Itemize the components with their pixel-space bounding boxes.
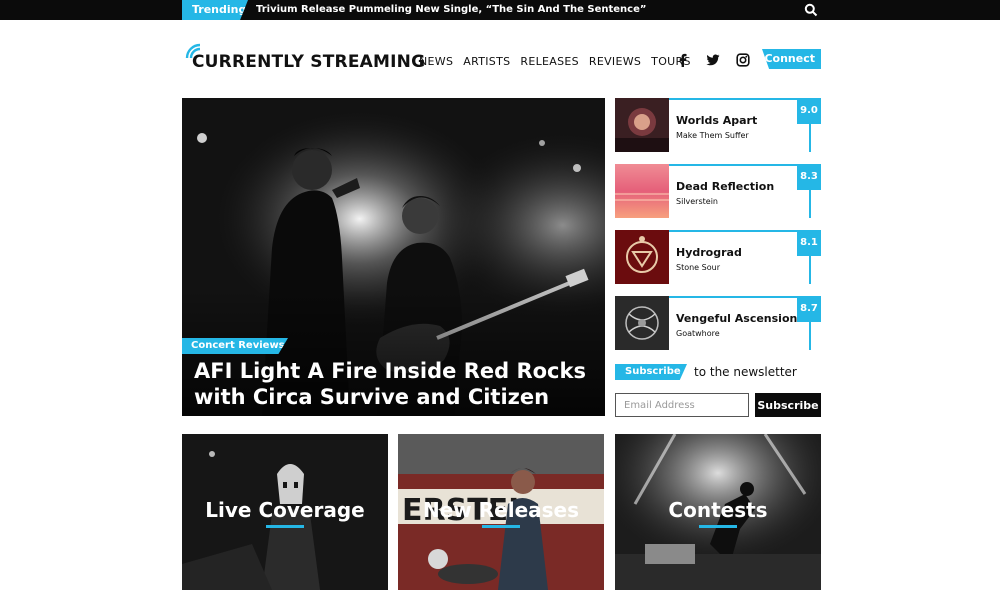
twitter-icon[interactable]: [706, 53, 720, 67]
search-icon[interactable]: [804, 3, 818, 17]
review-item[interactable]: 9.0 Worlds Apart Make Them Suffer: [615, 98, 821, 154]
tile-label: New Releases: [423, 498, 579, 522]
review-title[interactable]: Hydrograd: [676, 246, 742, 259]
nav-reviews[interactable]: REVIEWS: [589, 55, 641, 68]
subscribe-button[interactable]: Subscribe: [755, 393, 821, 417]
album-cover: [615, 296, 669, 350]
album-cover: [615, 164, 669, 218]
trending-headline[interactable]: Trivium Release Pummeling New Single, “T…: [256, 0, 646, 20]
review-item[interactable]: 8.7 Vengeful Ascension Goatwhore: [615, 296, 821, 352]
instagram-icon[interactable]: [736, 53, 750, 67]
review-item[interactable]: 8.3 Dead Reflection Silverstein: [615, 164, 821, 220]
review-score: 8.1: [797, 230, 821, 256]
review-artist[interactable]: Goatwhore: [676, 329, 720, 338]
review-title[interactable]: Dead Reflection: [676, 180, 774, 193]
trending-label[interactable]: Trending: [182, 0, 248, 20]
review-score: 9.0: [797, 98, 821, 124]
tile-underline: [266, 525, 304, 528]
review-artist[interactable]: Make Them Suffer: [676, 131, 749, 140]
tile-underline: [482, 525, 520, 528]
review-artist[interactable]: Silverstein: [676, 197, 718, 206]
tile-underline: [699, 525, 737, 528]
newsletter-text: to the newsletter: [694, 365, 797, 379]
tile-live-coverage[interactable]: Live Coverage: [182, 434, 388, 590]
trending-bar: Trending Trivium Release Pummeling New S…: [0, 0, 1000, 20]
nav-releases[interactable]: RELEASES: [520, 55, 579, 68]
tile-new-releases[interactable]: ERSTEI New Releases: [398, 434, 604, 590]
review-title[interactable]: Worlds Apart: [676, 114, 757, 127]
tile-label: Contests: [668, 498, 768, 522]
review-score: 8.7: [797, 296, 821, 322]
review-artist[interactable]: Stone Sour: [676, 263, 720, 272]
nav-news[interactable]: NEWS: [419, 55, 453, 68]
album-cover: [615, 98, 669, 152]
tile-contests[interactable]: Contests: [615, 434, 821, 590]
subscribe-tag: Subscribe: [615, 364, 687, 380]
review-item[interactable]: 8.1 Hydrograd Stone Sour: [615, 230, 821, 286]
main-nav: NEWS ARTISTS RELEASES REVIEWS TOURS: [419, 55, 691, 68]
connect-button[interactable]: Connect: [762, 49, 821, 69]
review-score: 8.3: [797, 164, 821, 190]
album-cover: [615, 230, 669, 284]
hero-category-badge[interactable]: Concert Reviews: [182, 338, 288, 354]
email-field[interactable]: [615, 393, 749, 417]
logo-text: CURRENTLY STREAMING: [192, 52, 426, 72]
review-title[interactable]: Vengeful Ascension: [676, 312, 797, 325]
hero-title[interactable]: AFI Light A Fire Inside Red Rocks with C…: [194, 358, 594, 410]
tile-label: Live Coverage: [205, 498, 365, 522]
nav-artists[interactable]: ARTISTS: [463, 55, 510, 68]
facebook-icon[interactable]: [676, 53, 690, 67]
